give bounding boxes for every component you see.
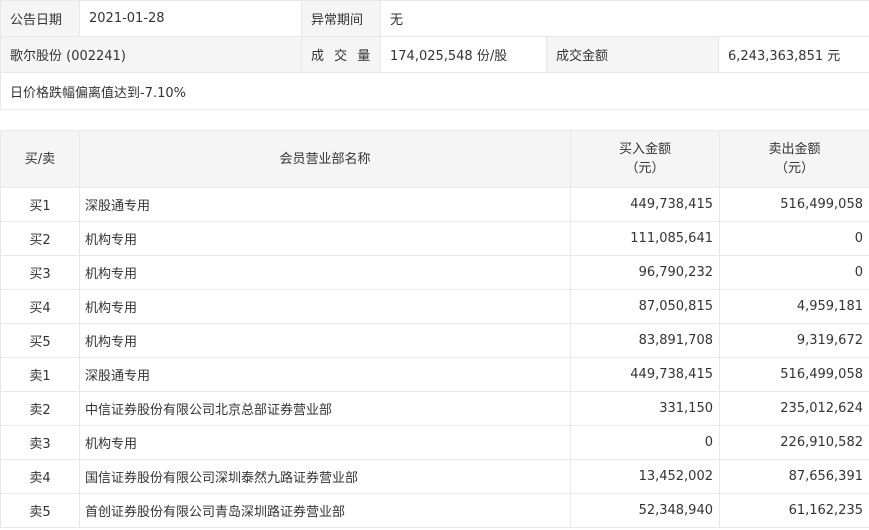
abnormal-period-value: 无 (380, 0, 869, 37)
buy-amount-header-unit: （元） (625, 161, 665, 176)
branch-name-cell: 中信证券股份有限公司北京总部证券营业部 (79, 391, 571, 426)
buy-amount-header-title: 买入金额 (618, 142, 671, 157)
turnover-value: 6,243,363,851 元 (718, 36, 869, 73)
table-row: 卖2 中信证券股份有限公司北京总部证券营业部 331,150 235,012,624 (0, 391, 869, 426)
branch-name-cell: 机构专用 (79, 289, 571, 324)
turnover-label: 成交金额 (546, 36, 719, 73)
side-cell: 卖2 (0, 391, 80, 426)
announce-date-label: 公告日期 (0, 0, 80, 37)
buy-amount-cell: 52,348,940 (570, 493, 720, 528)
buy-amount-cell: 111,085,641 (570, 221, 720, 256)
sell-amount-cell: 61,162,235 (719, 493, 869, 528)
side-cell: 卖5 (0, 493, 80, 528)
table-row: 买2 机构专用 111,085,641 0 (0, 221, 869, 256)
table-row: 卖5 首创证券股份有限公司青岛深圳路证券营业部 52,348,940 61,162,2… (0, 493, 869, 528)
branch-name-cell: 首创证券股份有限公司青岛深圳路证券营业部 (79, 493, 571, 528)
branch-header: 会员营业部名称 (79, 130, 571, 188)
volume-label: 成 交 量 (301, 36, 381, 73)
sell-amount-cell: 226,910,582 (719, 425, 869, 460)
announce-date-value: 2021-01-28 (79, 0, 302, 37)
sell-amount-cell: 0 (719, 221, 869, 256)
side-cell: 卖4 (0, 459, 80, 494)
abnormal-period-label: 异常期间 (301, 0, 381, 37)
sell-amount-header-title: 卖出金额 (768, 142, 821, 157)
table-row: 买3 机构专用 96,790,232 0 (0, 255, 869, 290)
table-row: 买4 机构专用 87,050,815 4,959,181 (0, 289, 869, 324)
stock-name: 歌尔股份 (002241) (0, 36, 302, 73)
branch-name-cell: 机构专用 (79, 425, 571, 460)
buy-amount-cell: 449,738,415 (570, 357, 720, 392)
buy-amount-cell: 13,452,002 (570, 459, 720, 494)
buy-amount-cell: 331,150 (570, 391, 720, 426)
volume-value: 174,025,548 份/股 (380, 36, 547, 73)
abnormal-reason: 日价格跌幅偏离值达到-7.10% (0, 72, 869, 110)
branch-name-cell: 机构专用 (79, 221, 571, 256)
sell-amount-cell: 235,012,624 (719, 391, 869, 426)
table-row: 买5 机构专用 83,891,708 9,319,672 (0, 323, 869, 358)
branch-name-cell: 国信证券股份有限公司深圳泰然九路证券营业部 (79, 459, 571, 494)
sell-amount-header: 卖出金额 （元） (719, 130, 869, 188)
table-row: 卖1 深股通专用 449,738,415 516,499,058 (0, 357, 869, 392)
side-cell: 买2 (0, 221, 80, 256)
buy-amount-cell: 449,738,415 (570, 187, 720, 222)
buy-amount-cell: 87,050,815 (570, 289, 720, 324)
buy-amount-cell: 83,891,708 (570, 323, 720, 358)
sell-amount-cell: 4,959,181 (719, 289, 869, 324)
sell-amount-header-unit: （元） (774, 161, 814, 176)
side-cell: 买4 (0, 289, 80, 324)
trades-table: 买/卖 会员营业部名称 买入金额 （元） 卖出金额 （元） 买1 深股通专用 449… (0, 130, 869, 528)
branch-name-cell: 深股通专用 (79, 357, 571, 392)
branch-name-cell: 深股通专用 (79, 187, 571, 222)
side-cell: 买1 (0, 187, 80, 222)
trade-rows: 买1 深股通专用 449,738,415 516,499,058 买2 机构专用 111,0… (0, 187, 869, 528)
sell-amount-cell: 516,499,058 (719, 187, 869, 222)
buy-amount-header: 买入金额 （元） (570, 130, 720, 188)
announcement-info-table: 公告日期 2021-01-28 异常期间 无 歌尔股份 (002241) 成 交… (0, 0, 869, 110)
table-row: 买1 深股通专用 449,738,415 516,499,058 (0, 187, 869, 222)
buy-amount-cell: 0 (570, 425, 720, 460)
sell-amount-cell: 516,499,058 (719, 357, 869, 392)
table-row: 卖3 机构专用 0 226,910,582 (0, 425, 869, 460)
sell-amount-cell: 0 (719, 255, 869, 290)
branch-name-cell: 机构专用 (79, 255, 571, 290)
side-cell: 卖3 (0, 425, 80, 460)
announcement-info: 公告日期 2021-01-28 异常期间 无 歌尔股份 (002241) 成 交… (0, 0, 869, 110)
side-cell: 买5 (0, 323, 80, 358)
buy-amount-cell: 96,790,232 (570, 255, 720, 290)
sell-amount-cell: 87,656,391 (719, 459, 869, 494)
side-cell: 买3 (0, 255, 80, 290)
trades-section: 买/卖 会员营业部名称 买入金额 （元） 卖出金额 （元） 买1 深股通专用 449… (0, 130, 869, 528)
sell-amount-cell: 9,319,672 (719, 323, 869, 358)
side-header: 买/卖 (0, 130, 80, 188)
branch-name-cell: 机构专用 (79, 323, 571, 358)
table-row: 卖4 国信证券股份有限公司深圳泰然九路证券营业部 13,452,002 87,656,… (0, 459, 869, 494)
side-cell: 卖1 (0, 357, 80, 392)
